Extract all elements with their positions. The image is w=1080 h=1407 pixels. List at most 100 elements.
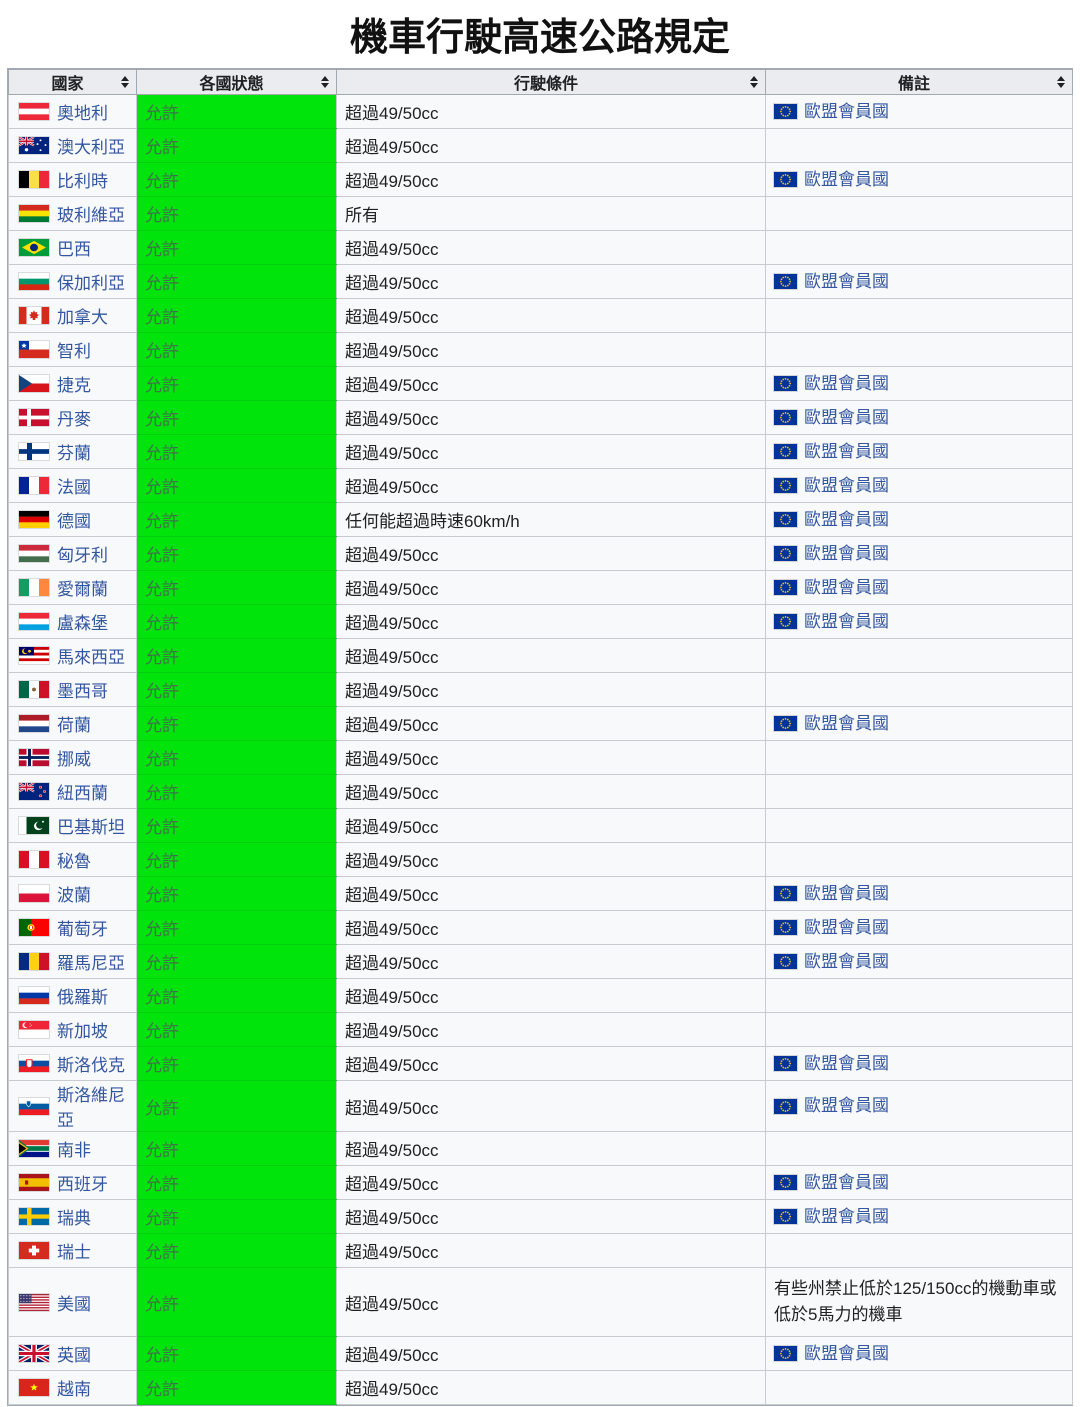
eu-member-link[interactable]: 歐盟會員國 xyxy=(804,1093,889,1119)
eu-member-link[interactable]: 歐盟會員國 xyxy=(804,507,889,533)
status-label: 允許 xyxy=(145,886,179,905)
status-cell: 允許 xyxy=(137,945,337,979)
country-link[interactable]: 德國 xyxy=(57,507,91,532)
status-cell: 允許 xyxy=(137,1234,337,1268)
eu-member-link[interactable]: 歐盟會員國 xyxy=(804,915,889,941)
country-link[interactable]: 西班牙 xyxy=(57,1170,108,1195)
eu-member-link[interactable]: 歐盟會員國 xyxy=(804,473,889,499)
eu-member-link[interactable]: 歐盟會員國 xyxy=(804,711,889,737)
country-link[interactable]: 捷克 xyxy=(57,371,91,396)
country-link[interactable]: 墨西哥 xyxy=(57,677,108,702)
eu-flag-icon xyxy=(774,716,797,731)
country-link[interactable]: 斯洛伐克 xyxy=(57,1051,125,1076)
eu-member-link[interactable]: 歐盟會員國 xyxy=(804,371,889,397)
condition-cell: 超過49/50cc xyxy=(337,809,766,843)
eu-member-link[interactable]: 歐盟會員國 xyxy=(804,1051,889,1077)
sort-arrows-icon[interactable] xyxy=(750,76,758,88)
status-cell: 允許 xyxy=(137,299,337,333)
eu-member-link[interactable]: 歐盟會員國 xyxy=(804,405,889,431)
header-condition[interactable]: 行駛條件 xyxy=(337,70,766,95)
eu-flag-icon xyxy=(774,512,797,527)
country-link[interactable]: 芬蘭 xyxy=(57,439,91,464)
sort-arrows-icon[interactable] xyxy=(121,76,129,88)
country-link[interactable]: 丹麥 xyxy=(57,405,91,430)
header-status[interactable]: 各國狀態 xyxy=(137,70,337,95)
country-link[interactable]: 瑞典 xyxy=(57,1204,91,1229)
country-link[interactable]: 加拿大 xyxy=(57,303,108,328)
header-notes[interactable]: 備註 xyxy=(766,70,1073,95)
note-cell: 歐盟會員國 xyxy=(766,877,1073,911)
country-link[interactable]: 澳大利亞 xyxy=(57,133,125,158)
condition-cell: 超過49/50cc xyxy=(337,333,766,367)
note-cell xyxy=(766,299,1073,333)
country-link[interactable]: 羅馬尼亞 xyxy=(57,949,125,974)
flag-romania-icon xyxy=(19,953,49,970)
table-row: 法國 允許 超過49/50cc 歐盟會員國 xyxy=(9,469,1073,503)
country-link[interactable]: 保加利亞 xyxy=(57,269,125,294)
status-label: 允許 xyxy=(145,682,179,701)
note-cell xyxy=(766,1013,1073,1047)
eu-member-link[interactable]: 歐盟會員國 xyxy=(804,167,889,193)
eu-member-link[interactable]: 歐盟會員國 xyxy=(804,949,889,975)
eu-member-link[interactable]: 歐盟會員國 xyxy=(804,609,889,635)
eu-member-link[interactable]: 歐盟會員國 xyxy=(804,269,889,295)
country-link[interactable]: 巴西 xyxy=(57,235,91,260)
note-cell xyxy=(766,843,1073,877)
condition-cell: 超過49/50cc xyxy=(337,877,766,911)
country-link[interactable]: 波蘭 xyxy=(57,881,91,906)
eu-member-link[interactable]: 歐盟會員國 xyxy=(804,1170,889,1196)
country-link[interactable]: 奧地利 xyxy=(57,99,108,124)
note-cell: 歐盟會員國 xyxy=(766,911,1073,945)
country-link[interactable]: 秘魯 xyxy=(57,847,91,872)
eu-member-link[interactable]: 歐盟會員國 xyxy=(804,575,889,601)
eu-member-link[interactable]: 歐盟會員國 xyxy=(804,541,889,567)
country-link[interactable]: 越南 xyxy=(57,1375,91,1400)
country-link[interactable]: 法國 xyxy=(57,473,91,498)
country-cell: 盧森堡 xyxy=(9,605,137,639)
country-link[interactable]: 盧森堡 xyxy=(57,609,108,634)
country-link[interactable]: 新加坡 xyxy=(57,1017,108,1042)
table-row: 南非 允許 超過49/50cc xyxy=(9,1132,1073,1166)
country-link[interactable]: 比利時 xyxy=(57,167,108,192)
condition-cell: 超過49/50cc xyxy=(337,401,766,435)
eu-member-link[interactable]: 歐盟會員國 xyxy=(804,1204,889,1230)
country-cell: 越南 xyxy=(9,1371,137,1405)
country-link[interactable]: 美國 xyxy=(57,1290,91,1315)
eu-member-link[interactable]: 歐盟會員國 xyxy=(804,881,889,907)
country-link[interactable]: 挪威 xyxy=(57,745,91,770)
flag-germany-icon xyxy=(19,511,49,528)
table-row: 盧森堡 允許 超過49/50cc 歐盟會員國 xyxy=(9,605,1073,639)
country-link[interactable]: 俄羅斯 xyxy=(57,983,108,1008)
sort-arrows-icon[interactable] xyxy=(321,76,329,88)
status-label: 允許 xyxy=(145,1099,179,1118)
country-link[interactable]: 愛爾蘭 xyxy=(57,575,108,600)
eu-member-link[interactable]: 歐盟會員國 xyxy=(804,439,889,465)
country-link[interactable]: 瑞士 xyxy=(57,1238,91,1263)
eu-member-link[interactable]: 歐盟會員國 xyxy=(804,99,889,125)
country-link[interactable]: 匈牙利 xyxy=(57,541,108,566)
condition-cell: 超過49/50cc xyxy=(337,163,766,197)
country-link[interactable]: 荷蘭 xyxy=(57,711,91,736)
sort-arrows-icon[interactable] xyxy=(1057,76,1065,88)
status-label: 允許 xyxy=(145,1022,179,1041)
status-cell: 允許 xyxy=(137,129,337,163)
condition-cell: 超過49/50cc xyxy=(337,469,766,503)
country-link[interactable]: 馬來西亞 xyxy=(57,643,125,668)
header-country[interactable]: 國家 xyxy=(9,70,137,95)
flag-czech-icon xyxy=(19,375,49,392)
eu-flag-icon xyxy=(774,1209,797,1224)
country-link[interactable]: 玻利維亞 xyxy=(57,201,125,226)
country-link[interactable]: 英國 xyxy=(57,1341,91,1366)
note-cell: 歐盟會員國 xyxy=(766,163,1073,197)
status-cell: 允許 xyxy=(137,265,337,299)
country-link[interactable]: 斯洛維尼亞 xyxy=(57,1081,128,1131)
country-link[interactable]: 紐西蘭 xyxy=(57,779,108,804)
country-link[interactable]: 巴基斯坦 xyxy=(57,813,125,838)
country-link[interactable]: 葡萄牙 xyxy=(57,915,108,940)
status-cell: 允許 xyxy=(137,605,337,639)
eu-member-link[interactable]: 歐盟會員國 xyxy=(804,1341,889,1367)
country-link[interactable]: 南非 xyxy=(57,1136,91,1161)
country-cell: 馬來西亞 xyxy=(9,639,137,673)
country-link[interactable]: 智利 xyxy=(57,337,91,362)
table-row: 紐西蘭 允許 超過49/50cc xyxy=(9,775,1073,809)
